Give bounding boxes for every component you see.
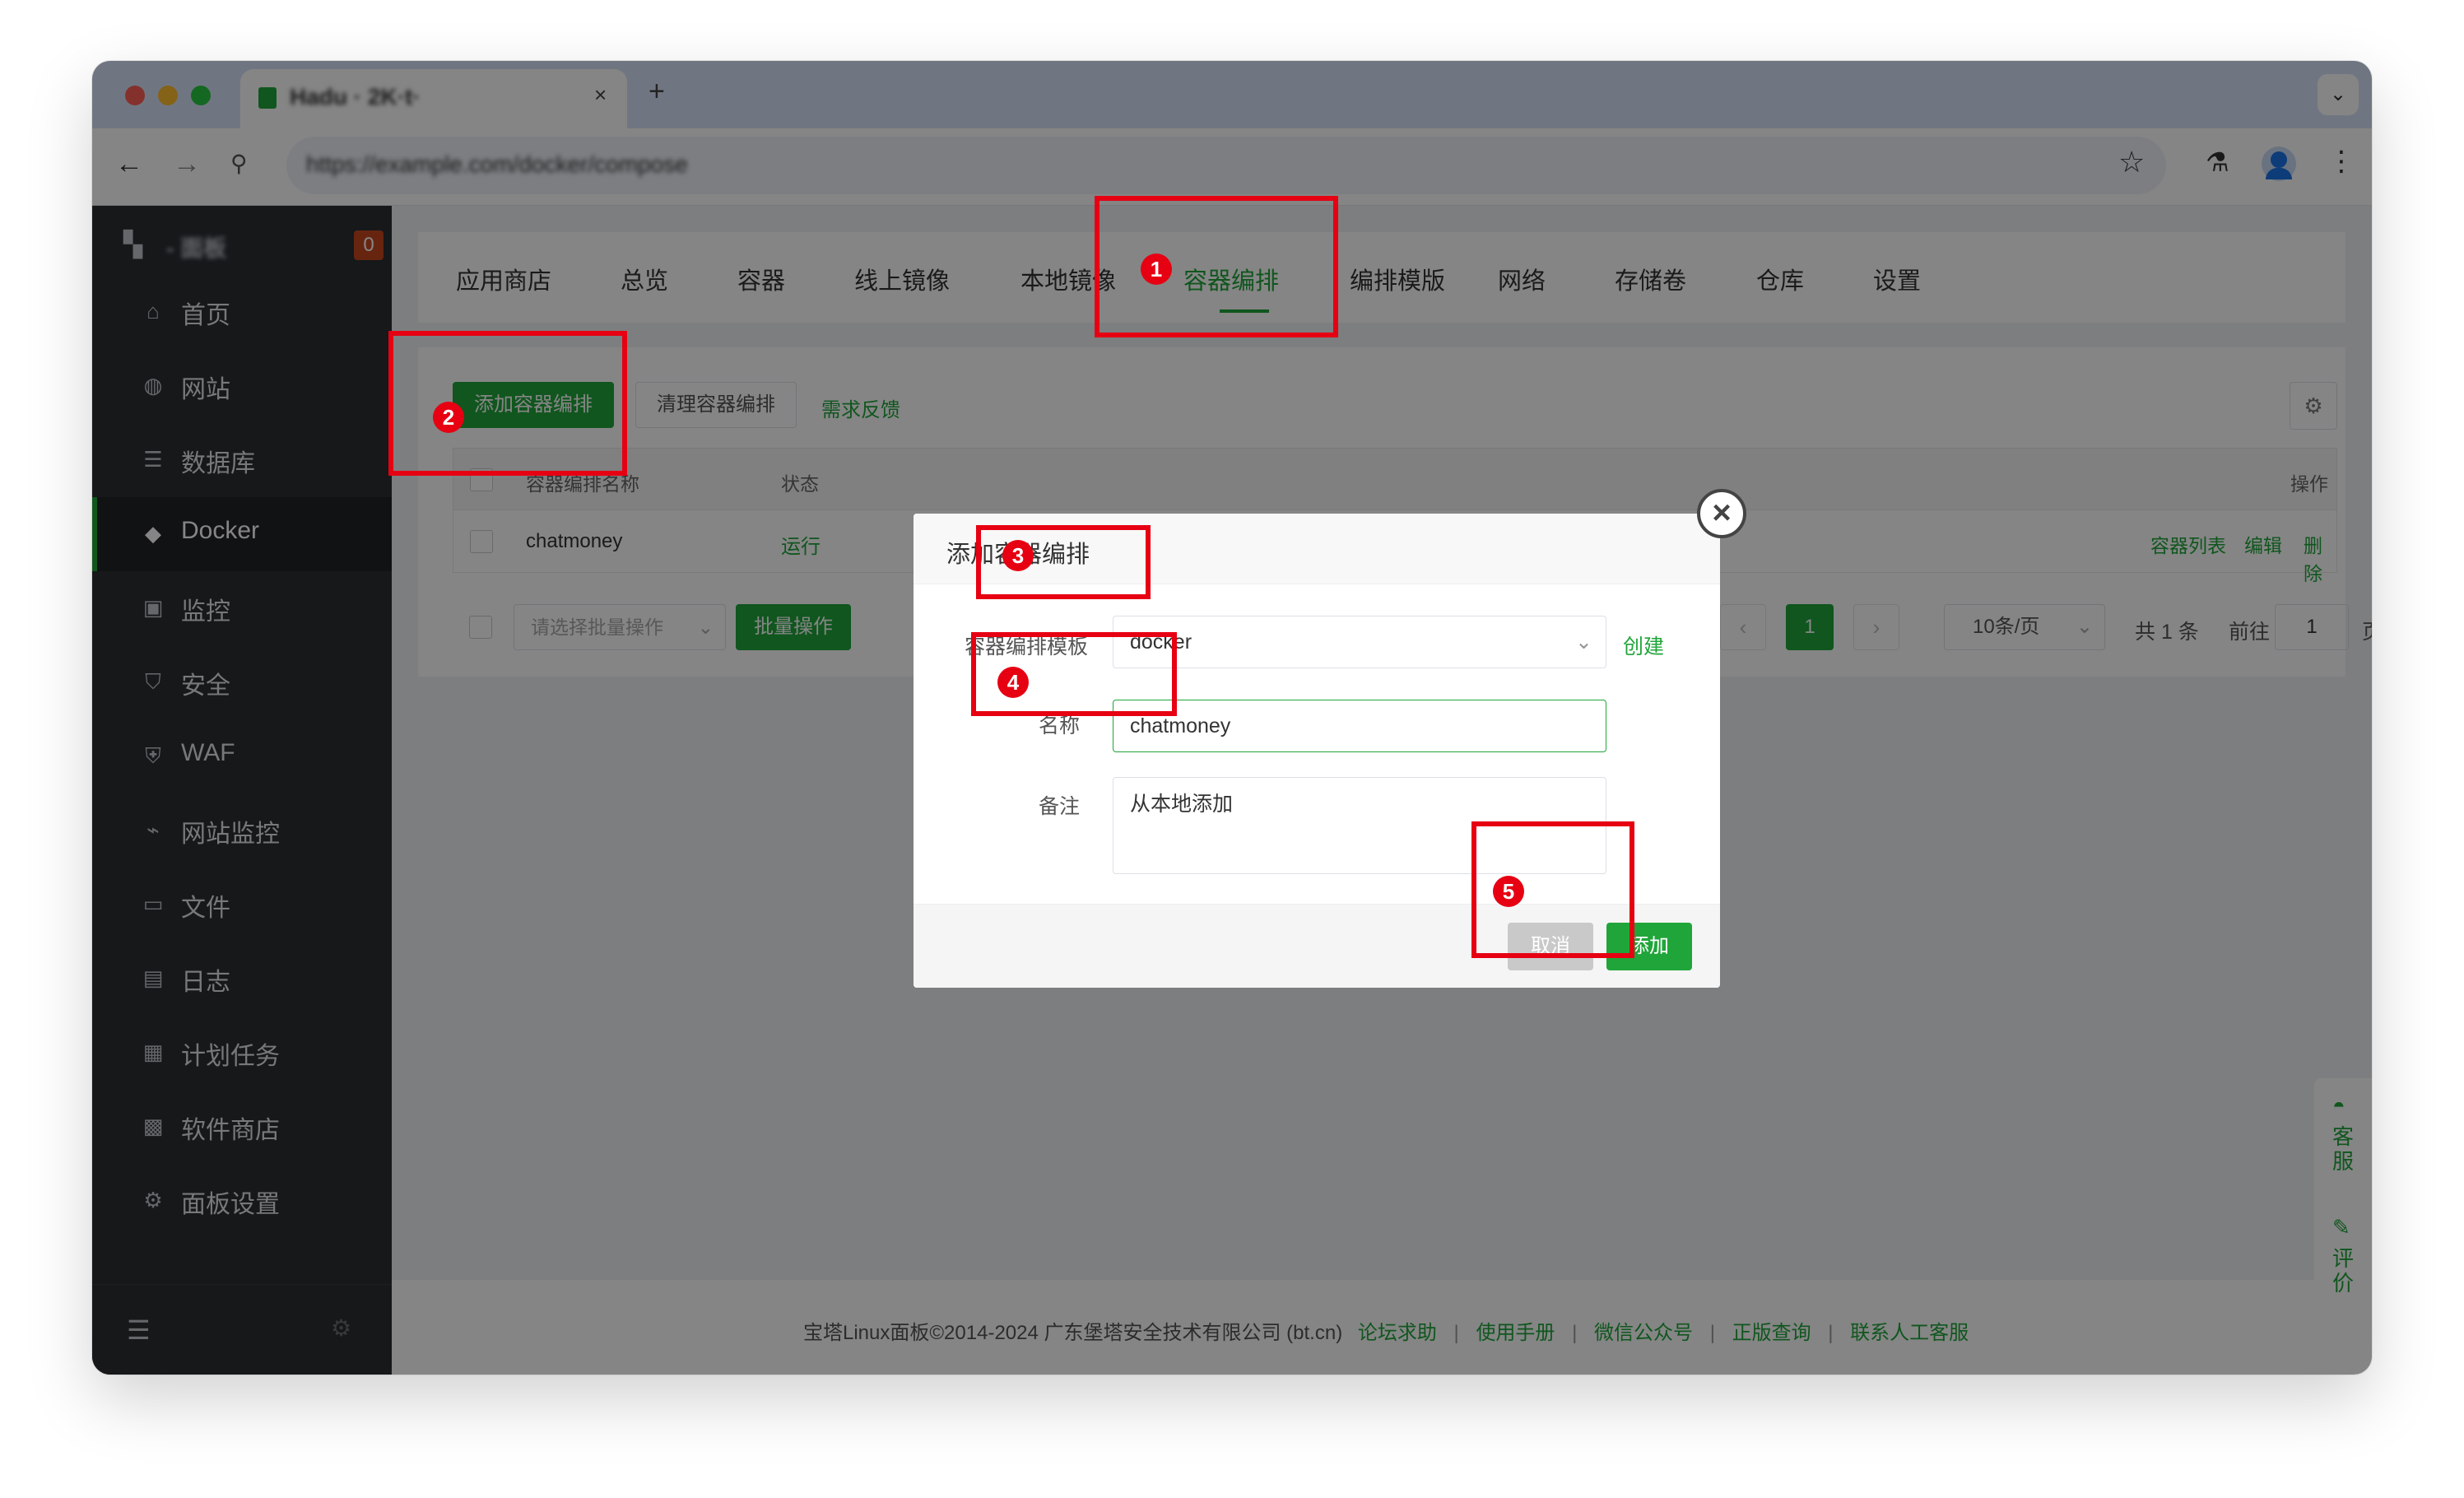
annotation-badge-4: 4: [997, 667, 1029, 698]
annotation-box-3: [976, 525, 1151, 599]
annotation-badge-1: 1: [1141, 254, 1172, 285]
template-select[interactable]: docker ⌄: [1113, 616, 1606, 668]
name-input[interactable]: chatmoney: [1113, 700, 1606, 752]
annotation-badge-5: 5: [1493, 876, 1524, 907]
annotation-badge-2: 2: [433, 402, 464, 433]
dialog-close-icon[interactable]: ×: [1697, 489, 1746, 538]
annotation-box-2: [388, 331, 627, 476]
create-template-link[interactable]: 创建: [1623, 630, 1664, 660]
browser-window: Hadu · 2K·t· × + ⌄ ← → ⚲ https://example…: [92, 61, 2372, 1375]
chevron-down-icon: ⌄: [1575, 630, 1592, 654]
remark-label: 备注: [1038, 795, 1080, 818]
annotation-box-1: [1095, 196, 1338, 337]
annotation-badge-3: 3: [1002, 540, 1034, 571]
